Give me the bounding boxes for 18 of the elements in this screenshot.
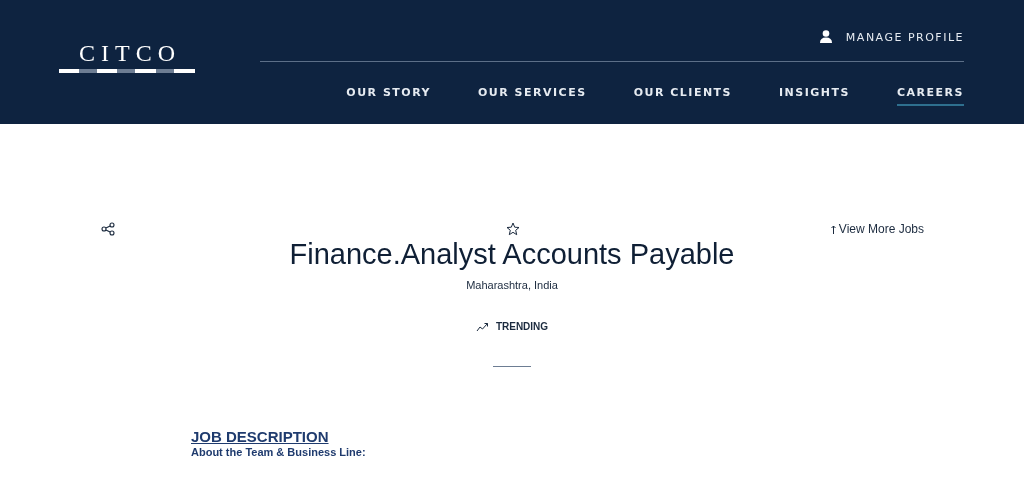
trending-label: TRENDING	[495, 321, 549, 332]
star-icon[interactable]	[505, 222, 520, 236]
nav-link[interactable]: OUR SERVICES	[478, 86, 587, 106]
user-icon	[819, 29, 832, 43]
share-icon[interactable]	[101, 222, 115, 236]
logo[interactable]: CITCO	[59, 40, 195, 74]
nav-link[interactable]: OUR STORY	[346, 86, 431, 106]
nav-link[interactable]: CAREERS	[897, 86, 964, 106]
arrow-up-icon	[830, 224, 836, 234]
job-title: Finance.Analyst Accounts Payable	[288, 237, 736, 271]
trending-icon	[475, 321, 489, 332]
nav-link[interactable]: INSIGHTS	[779, 86, 850, 106]
nav-link[interactable]: OUR CLIENTS	[633, 86, 733, 106]
section-subheading: About the Team & Business Line:	[191, 446, 367, 458]
view-more-jobs-link[interactable]: View More Jobs	[838, 222, 924, 236]
section-heading: JOB DESCRIPTION	[191, 429, 330, 445]
job-location: Maharashtra, India	[465, 279, 559, 291]
manage-profile-link[interactable]: MANAGE PROFILE	[819, 31, 964, 44]
